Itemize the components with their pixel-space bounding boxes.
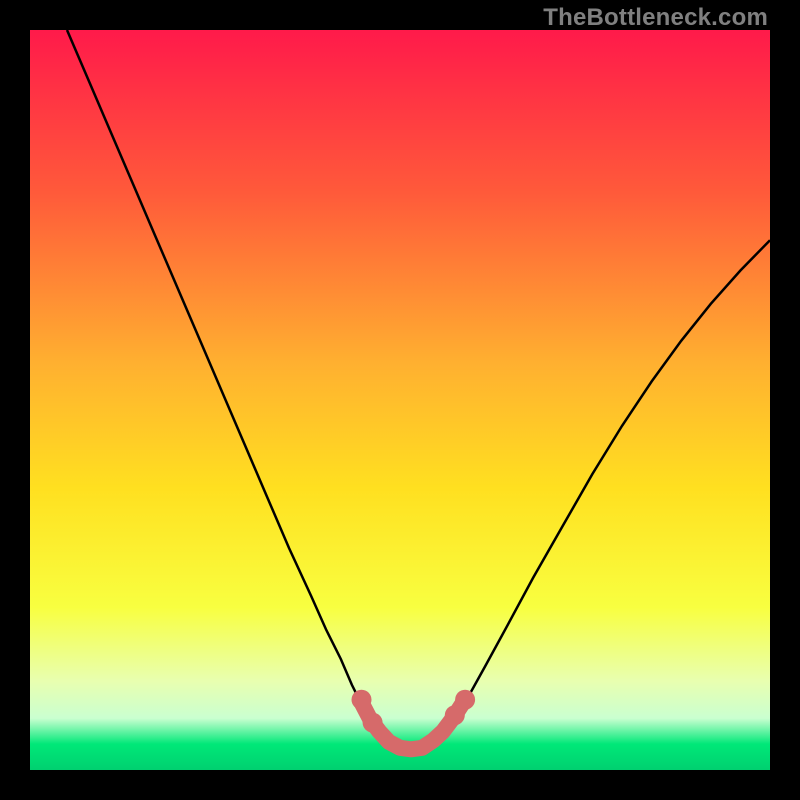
marker-dot: [352, 690, 372, 710]
marker-dot: [455, 690, 475, 710]
marker-dot: [363, 713, 383, 733]
attribution-text: TheBottleneck.com: [543, 4, 768, 32]
chart-svg: [30, 30, 770, 770]
chart-plot-area: [30, 30, 770, 770]
gradient-background: [30, 30, 770, 770]
